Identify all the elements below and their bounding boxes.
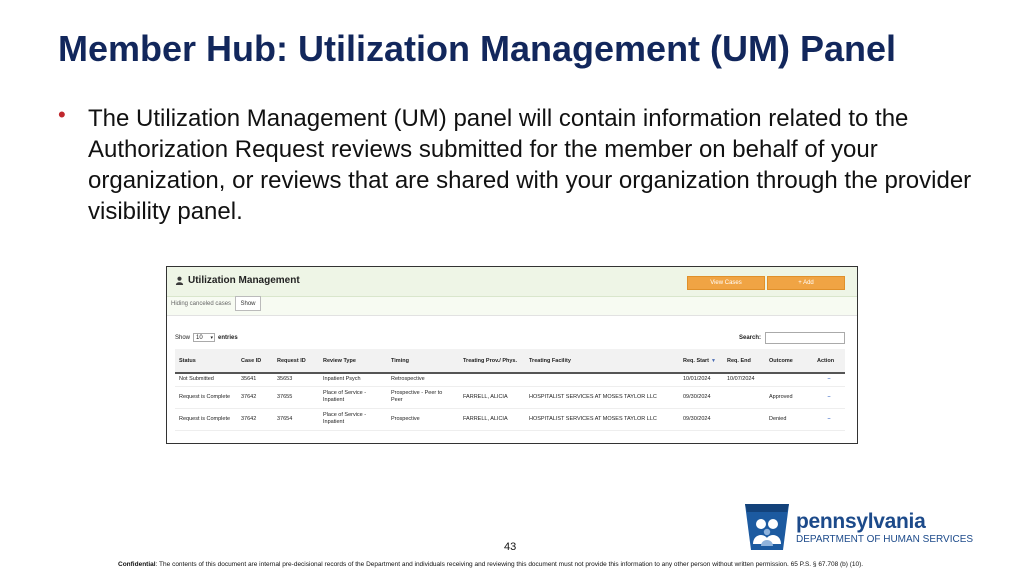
column-header[interactable]: Review Type (319, 349, 387, 374)
cell-case-id: 35641 (237, 373, 273, 387)
add-button[interactable]: + Add (767, 276, 845, 290)
cell-action[interactable]: – (813, 373, 845, 387)
cell-treating-prov (459, 373, 525, 387)
cell-treating-prov: FARRELL, ALICIA (459, 408, 525, 431)
cell-review-type: Inpatient Psych (319, 373, 387, 387)
column-header[interactable]: Treating Prov./ Phys. (459, 349, 525, 374)
um-panel-title-text: Utilization Management (188, 275, 300, 286)
table-row[interactable]: Not Submitted 35641 35653 Inpatient Psyc… (175, 373, 845, 387)
show-entries-control: Show 10 ▾ entries (175, 333, 238, 342)
cell-request-id: 37654 (273, 408, 319, 431)
show-canceled-button[interactable]: Show (235, 296, 261, 311)
column-header-req-start[interactable]: Req. Start ▼ (679, 349, 723, 374)
cell-treating-facility (525, 373, 679, 387)
cell-action[interactable]: – (813, 408, 845, 431)
cell-status: Request is Complete (175, 386, 237, 409)
column-header[interactable]: Status (175, 349, 237, 374)
logo-department: DEPARTMENT OF HUMAN SERVICES (796, 534, 974, 545)
cell-status: Not Submitted (175, 373, 237, 387)
table-row[interactable]: Request is Complete 37642 37655 Place of… (175, 386, 845, 409)
cell-outcome: Denied (765, 408, 813, 431)
cell-req-end (723, 386, 765, 409)
table-row[interactable]: Request is Complete 37642 37654 Place of… (175, 408, 845, 431)
view-cases-button[interactable]: View Cases (687, 276, 765, 290)
cell-outcome: Approved (765, 386, 813, 409)
entries-value: 10 (196, 334, 203, 341)
cell-action[interactable]: – (813, 386, 845, 409)
column-header[interactable]: Req. End (723, 349, 765, 374)
confidential-label: Confidential (118, 561, 156, 568)
cell-review-type: Place of Service - Inpatient (319, 408, 387, 431)
column-header[interactable]: Case ID (237, 349, 273, 374)
column-header[interactable]: Treating Facility (525, 349, 679, 374)
logo-pennsylvania: pennsylvania (796, 510, 926, 533)
entries-label: entries (218, 334, 238, 341)
entries-select[interactable]: 10 ▾ (193, 333, 216, 342)
confidential-notice: Confidential: The contents of this docum… (118, 561, 918, 568)
um-table: Status Case ID Request ID Review Type Ti… (175, 349, 845, 431)
cell-req-start: 09/30/2024 (679, 386, 723, 409)
keystone-emblem-icon (745, 504, 789, 550)
cell-timing: Prospective - Peer to Peer (387, 386, 459, 409)
cell-treating-prov: FARRELL, ALICIA (459, 386, 525, 409)
page-number: 43 (504, 541, 517, 553)
sort-desc-icon: ▼ (710, 357, 716, 364)
cell-timing: Prospective (387, 408, 459, 431)
confidential-text: : The contents of this document are inte… (155, 561, 864, 568)
column-header[interactable]: Outcome (765, 349, 813, 374)
chevron-down-icon: ▾ (210, 334, 214, 341)
search-label: Search: (739, 335, 762, 341)
cell-request-id: 37655 (273, 386, 319, 409)
hiding-canceled-text: Hiding canceled cases (171, 301, 232, 307)
table-header-row: Status Case ID Request ID Review Type Ti… (175, 349, 845, 374)
cell-case-id: 37642 (237, 408, 273, 431)
um-panel-header: Utilization Management View Cases + Add (167, 267, 857, 297)
cell-req-start: 09/30/2024 (679, 408, 723, 431)
um-panel-screenshot: Utilization Management View Cases + Add … (166, 266, 858, 444)
user-icon (175, 276, 184, 285)
cell-outcome (765, 373, 813, 387)
um-filter-bar: Hiding canceled cases Show (167, 296, 857, 315)
cell-status: Request is Complete (175, 408, 237, 431)
cell-request-id: 35653 (273, 373, 319, 387)
bullet-dot: • (58, 102, 66, 127)
slide-title: Member Hub: Utilization Management (UM) … (58, 28, 897, 69)
search-input[interactable] (765, 332, 845, 344)
cell-req-end (723, 408, 765, 431)
show-label: Show (175, 334, 191, 341)
cell-timing: Retrospective (387, 373, 459, 387)
cell-review-type: Place of Service - Inpatient (319, 386, 387, 409)
cell-req-start: 10/01/2024 (679, 373, 723, 387)
column-header[interactable]: Timing (387, 349, 459, 374)
cell-req-end: 10/07/2024 (723, 373, 765, 387)
cell-treating-facility: HOSPITALIST SERVICES AT MOSES TAYLOR LLC (525, 386, 679, 409)
column-header-text: Req. Start (683, 357, 709, 364)
cell-treating-facility: HOSPITALIST SERVICES AT MOSES TAYLOR LLC (525, 408, 679, 431)
um-table-area: Show 10 ▾ entries Search: Status Case ID… (167, 315, 857, 443)
cell-case-id: 37642 (237, 386, 273, 409)
column-header[interactable]: Request ID (273, 349, 319, 374)
pa-dhs-logo: pennsylvania DEPARTMENT OF HUMAN SERVICE… (741, 500, 981, 552)
um-panel-title: Utilization Management (175, 275, 300, 286)
bullet-text: The Utilization Management (UM) panel wi… (88, 105, 972, 225)
column-header[interactable]: Action (813, 349, 845, 374)
